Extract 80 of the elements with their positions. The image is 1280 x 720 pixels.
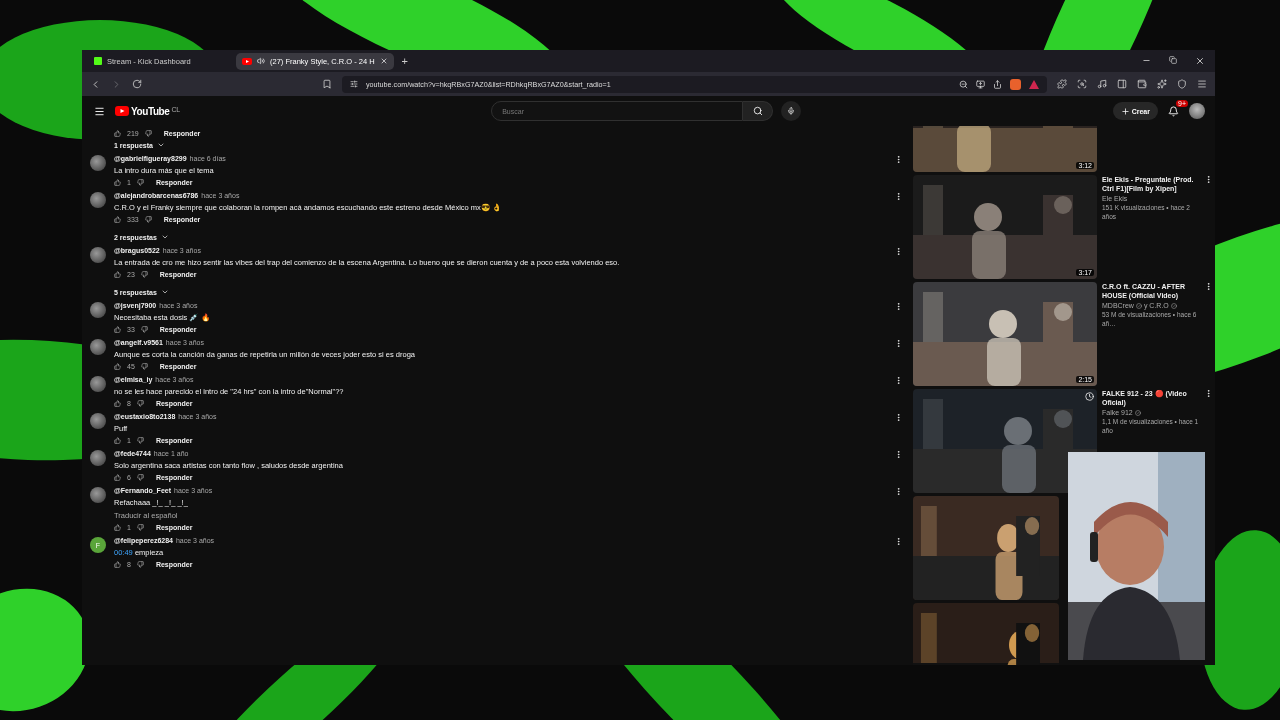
user-avatar[interactable] <box>90 302 106 318</box>
user-avatar[interactable] <box>90 192 106 208</box>
shield-icon[interactable] <box>1177 79 1187 89</box>
like-icon[interactable] <box>114 216 121 223</box>
like-icon[interactable] <box>114 437 121 444</box>
plus-icon[interactable] <box>1120 106 1130 116</box>
dislike-icon[interactable] <box>140 271 148 278</box>
user-avatar[interactable] <box>90 339 106 355</box>
like-icon[interactable] <box>114 271 121 278</box>
verified-icon <box>1135 302 1142 309</box>
dislike-icon[interactable] <box>140 326 148 333</box>
screenshot-icon[interactable] <box>1077 79 1087 89</box>
chevron-down-icon[interactable] <box>156 141 165 149</box>
user-avatar[interactable] <box>90 487 106 503</box>
dislike-icon[interactable] <box>144 216 152 223</box>
more-icon[interactable] <box>1204 389 1213 398</box>
youtube-logo-icon <box>242 57 252 65</box>
like-icon[interactable] <box>114 400 121 407</box>
youtube-logo-icon <box>115 106 129 116</box>
like-icon[interactable] <box>114 326 121 333</box>
logo-wordmark: YouTube <box>131 105 170 117</box>
like-icon[interactable] <box>114 561 121 568</box>
kick-logo-icon <box>94 57 102 65</box>
dislike-icon[interactable] <box>144 130 152 137</box>
sparkle-icon[interactable] <box>1157 79 1167 89</box>
dislike-icon[interactable] <box>136 474 144 481</box>
like-icon[interactable] <box>114 130 121 137</box>
dislike-icon[interactable] <box>136 524 144 531</box>
reload-icon[interactable] <box>132 79 142 89</box>
zoom-out-icon[interactable] <box>959 79 968 89</box>
more-icon[interactable] <box>894 302 903 311</box>
user-avatar[interactable] <box>90 413 106 429</box>
more-icon[interactable] <box>894 339 903 348</box>
more-icon[interactable] <box>894 537 903 546</box>
more-icon[interactable] <box>894 450 903 459</box>
cast-icon[interactable] <box>976 79 985 89</box>
close-icon[interactable] <box>379 57 388 65</box>
user-avatar[interactable] <box>90 247 106 263</box>
dislike-icon[interactable] <box>136 179 144 186</box>
more-icon[interactable] <box>894 155 903 164</box>
dislike-icon[interactable] <box>136 561 144 568</box>
verified-icon <box>1170 302 1177 309</box>
search-button[interactable] <box>743 101 774 121</box>
like-icon[interactable] <box>114 179 121 186</box>
extensions-icon[interactable] <box>1057 79 1067 89</box>
more-icon[interactable] <box>894 247 903 256</box>
chevron-down-icon[interactable] <box>160 233 169 241</box>
verified-icon <box>1134 409 1141 416</box>
restore-icon[interactable] <box>1169 56 1177 64</box>
more-icon[interactable] <box>1204 282 1213 291</box>
more-icon[interactable] <box>1204 175 1213 184</box>
mic-button[interactable] <box>781 101 802 121</box>
like-icon[interactable] <box>114 474 121 481</box>
triangle-icon[interactable] <box>1029 79 1039 89</box>
account-avatar[interactable] <box>1189 103 1205 119</box>
close-icon[interactable] <box>1195 56 1205 66</box>
more-icon[interactable] <box>894 487 903 496</box>
dislike-icon[interactable] <box>136 437 144 444</box>
more-icon[interactable] <box>894 376 903 385</box>
dislike-icon[interactable] <box>140 363 148 370</box>
user-avatar[interactable] <box>90 450 106 466</box>
mic-icon[interactable] <box>787 106 796 116</box>
like-icon[interactable] <box>114 524 121 531</box>
search-icon[interactable] <box>752 106 763 116</box>
site-settings-icon[interactable] <box>350 80 358 88</box>
sidebar-icon[interactable] <box>1117 79 1127 89</box>
notifications-icon[interactable] <box>1168 105 1179 117</box>
bookmark-icon[interactable] <box>322 79 332 89</box>
more-icon[interactable] <box>894 192 903 201</box>
dislike-icon[interactable] <box>136 400 144 407</box>
menu-icon[interactable] <box>94 105 105 117</box>
wallet-icon[interactable] <box>1137 79 1147 89</box>
user-avatar[interactable] <box>90 376 106 392</box>
more-icon[interactable] <box>894 413 903 422</box>
share-icon[interactable] <box>993 79 1002 89</box>
like-icon[interactable] <box>114 363 121 370</box>
chevron-down-icon[interactable] <box>160 288 169 296</box>
new-tab-button[interactable]: + <box>397 55 413 67</box>
user-avatar[interactable] <box>90 155 106 171</box>
music-icon[interactable] <box>1097 79 1107 89</box>
